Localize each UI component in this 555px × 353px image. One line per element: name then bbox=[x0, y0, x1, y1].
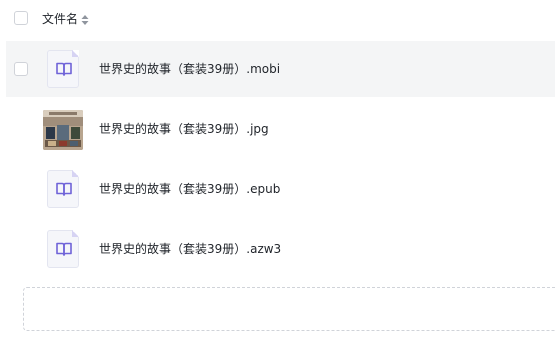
file-list-header: 文件名 bbox=[0, 0, 555, 38]
row-checkbox[interactable] bbox=[14, 62, 28, 76]
book-icon bbox=[47, 170, 79, 208]
file-row[interactable]: 世界史的故事（套装39册）.mobi bbox=[6, 41, 555, 97]
file-name[interactable]: 世界史的故事（套装39册）.jpg bbox=[99, 120, 269, 138]
sort-icon[interactable] bbox=[81, 13, 89, 25]
file-name[interactable]: 世界史的故事（套装39册）.mobi bbox=[99, 60, 280, 78]
upload-drop-zone[interactable] bbox=[23, 287, 555, 331]
select-all-checkbox[interactable] bbox=[14, 11, 28, 25]
name-column-header[interactable]: 文件名 bbox=[42, 10, 89, 28]
file-name[interactable]: 世界史的故事（套装39册）.azw3 bbox=[99, 240, 281, 258]
file-row[interactable]: 世界史的故事（套装39册）.azw3 bbox=[6, 221, 555, 277]
file-name[interactable]: 世界史的故事（套装39册）.epub bbox=[99, 180, 280, 198]
file-row[interactable]: 世界史的故事（套装39册）.epub bbox=[6, 161, 555, 217]
book-icon bbox=[47, 230, 79, 268]
image-thumbnail bbox=[43, 110, 83, 150]
name-column-label: 文件名 bbox=[42, 12, 79, 26]
file-row[interactable]: 世界史的故事（套装39册）.jpg bbox=[6, 101, 555, 157]
book-icon bbox=[47, 50, 79, 88]
